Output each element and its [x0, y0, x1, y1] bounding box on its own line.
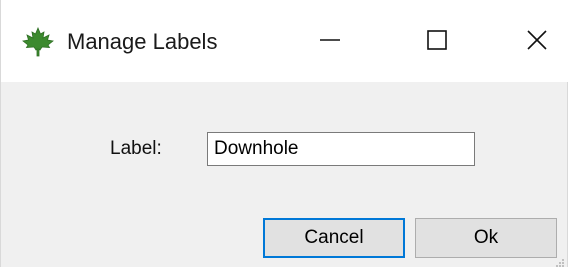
ok-button[interactable]: Ok	[415, 218, 557, 258]
minimize-icon	[318, 28, 342, 57]
close-button[interactable]	[511, 16, 563, 68]
maximize-button[interactable]	[411, 16, 463, 68]
title-bar[interactable]: Manage Labels	[1, 0, 568, 82]
close-icon	[525, 28, 549, 57]
minimize-button[interactable]	[304, 16, 356, 68]
maple-leaf-icon	[21, 26, 55, 57]
resize-grip-icon[interactable]	[555, 255, 565, 267]
window-title: Manage Labels	[67, 29, 218, 54]
label-input[interactable]	[207, 132, 475, 166]
maximize-icon	[425, 28, 449, 57]
label-field-caption: Label:	[110, 138, 162, 159]
cancel-button[interactable]: Cancel	[263, 218, 405, 258]
manage-labels-dialog: Manage Labels Label: Downhole Cancel Ok	[0, 0, 568, 267]
dialog-body: Label: Cancel Ok	[1, 82, 567, 267]
